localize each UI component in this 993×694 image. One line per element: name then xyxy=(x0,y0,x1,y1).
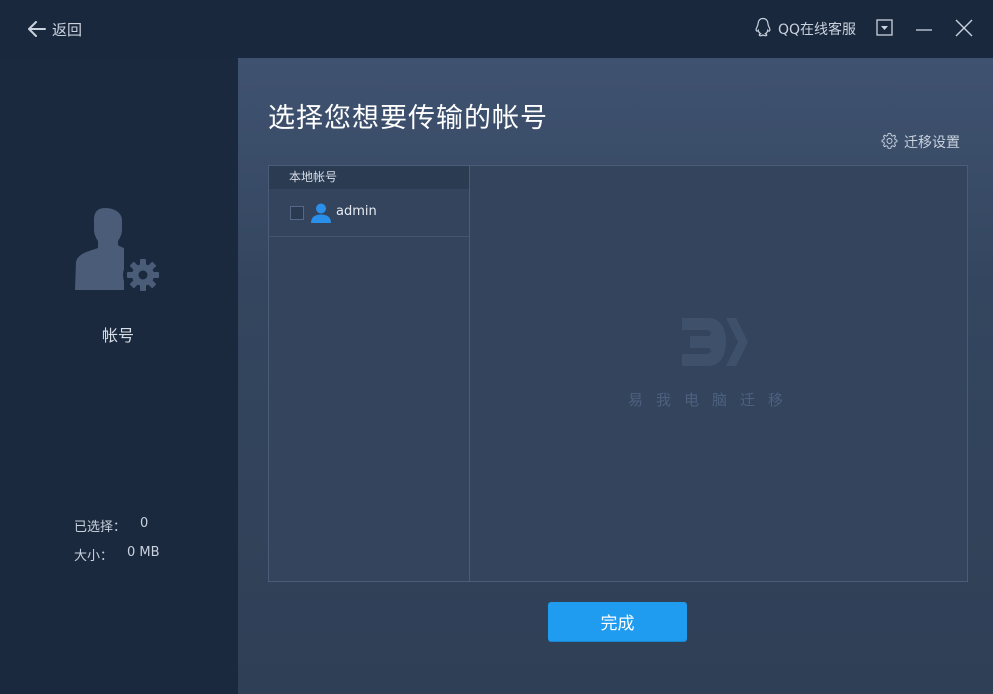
size-row: 大小： 0 MB xyxy=(74,545,160,564)
done-button[interactable]: 完成 xyxy=(548,602,687,641)
account-list: 本地帐号 admin xyxy=(269,166,470,581)
watermark-text: 易我电脑迁移 xyxy=(628,389,796,410)
dropdown-menu-button[interactable] xyxy=(873,16,897,40)
account-selection-box: 本地帐号 admin 易我电脑迁移 xyxy=(268,165,968,582)
list-header: 本地帐号 xyxy=(269,166,469,189)
back-button[interactable]: 返回 xyxy=(28,17,82,41)
account-detail-area: 易我电脑迁移 xyxy=(470,166,967,581)
close-icon xyxy=(952,16,976,40)
gear-icon xyxy=(881,132,898,153)
account-name: admin xyxy=(336,204,377,219)
size-value: 0 MB xyxy=(127,545,160,564)
account-checkbox[interactable] xyxy=(290,206,304,220)
close-button[interactable] xyxy=(952,16,976,40)
qq-support-label: QQ在线客服 xyxy=(778,19,856,39)
back-label: 返回 xyxy=(52,19,82,40)
sidebar: 帐号 已选择： 0 大小： 0 MB xyxy=(0,58,238,694)
user-settings-icon xyxy=(72,204,164,296)
minimize-icon xyxy=(912,16,936,40)
migrate-settings-link[interactable]: 迁移设置 xyxy=(881,132,960,152)
selected-count-row: 已选择： 0 xyxy=(74,516,148,535)
user-icon xyxy=(310,202,332,228)
category-label: 帐号 xyxy=(0,322,236,346)
title-bar: 返回 QQ在线客服 xyxy=(0,0,993,58)
migrate-settings-label: 迁移设置 xyxy=(904,132,960,152)
qq-support-link[interactable]: QQ在线客服 xyxy=(754,17,856,41)
main-panel: 选择您想要传输的帐号 迁移设置 本地帐号 admin xyxy=(238,58,993,694)
qq-penguin-icon xyxy=(754,17,772,41)
dropdown-menu-icon xyxy=(873,16,897,40)
size-label: 大小： xyxy=(74,545,113,564)
minimize-button[interactable] xyxy=(912,16,936,40)
arrow-left-icon xyxy=(28,21,46,37)
page-title: 选择您想要传输的帐号 xyxy=(268,96,548,135)
selected-value: 0 xyxy=(140,516,148,535)
list-item[interactable]: admin xyxy=(269,189,469,237)
selected-label: 已选择： xyxy=(74,516,126,535)
brand-logo-icon xyxy=(680,314,750,374)
